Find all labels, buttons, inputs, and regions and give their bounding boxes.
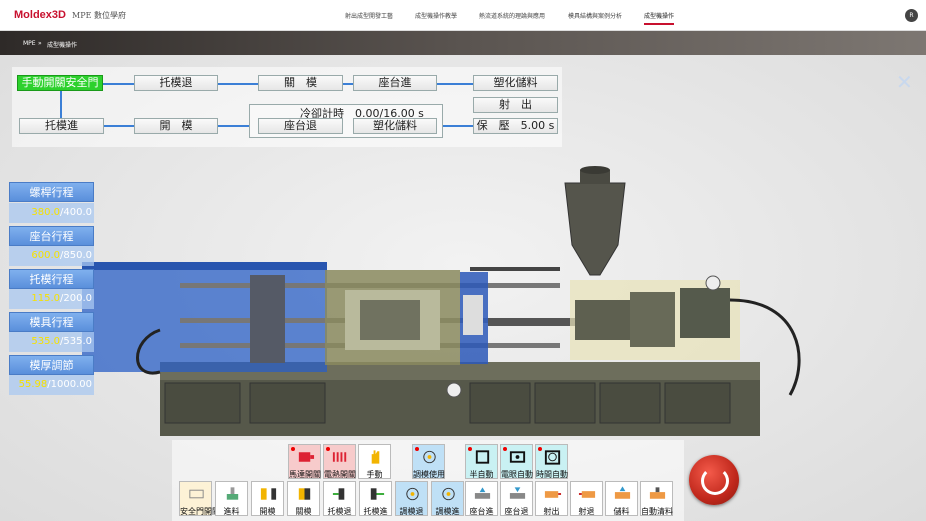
inject-icon xyxy=(544,491,562,498)
charge-icon xyxy=(614,486,631,499)
eject-forward-step[interactable]: 托模進 xyxy=(19,118,104,134)
semi-auto-button[interactable]: 半自動 xyxy=(465,444,498,479)
close-icon[interactable]: ✕ xyxy=(896,70,913,94)
breadcrumb-home[interactable]: MPE xyxy=(23,40,36,47)
timer-auto-icon xyxy=(544,450,561,465)
carriage-stroke-value: 600.0/850.0 xyxy=(9,246,94,266)
ejector-stroke-value: 115.0/200.0 xyxy=(9,289,94,309)
semi-auto-icon xyxy=(475,450,490,464)
suck-back-icon xyxy=(578,491,596,498)
eye-auto-icon xyxy=(509,451,526,463)
hand-icon xyxy=(371,450,380,464)
flow-connector xyxy=(437,83,473,85)
logo-subtitle: MPE 數位學府 xyxy=(72,11,126,20)
manual-mode-button[interactable]: 手動 xyxy=(358,444,391,479)
open-mold-icon xyxy=(260,488,277,500)
mold-thickness-label: 模厚調節 xyxy=(9,355,94,375)
eject-forward-button[interactable]: 托模進 xyxy=(359,481,392,516)
carriage-fwd-icon xyxy=(474,487,491,499)
safety-door-button[interactable]: 安全門開關 xyxy=(179,481,220,516)
eject-back-icon xyxy=(332,488,345,500)
plasticize-step-top[interactable]: 塑化儲料 xyxy=(473,75,558,91)
carriage-forward-step[interactable]: 座台進 xyxy=(353,75,437,91)
adjust-back-icon xyxy=(406,487,419,501)
feed-icon xyxy=(226,487,239,500)
eye-auto-button[interactable]: 電眼自動 xyxy=(500,444,533,479)
nav-item-process[interactable]: 射出成型開發工藝 xyxy=(345,11,393,20)
flow-connector xyxy=(104,125,134,127)
mold-adjust-use-button[interactable]: 調模使用 xyxy=(412,444,445,479)
timer-auto-button[interactable]: 時間自動 xyxy=(535,444,568,479)
flow-connector xyxy=(218,83,258,85)
top-navbar: Moldex3D MPE 數位學府 射出成型開發工藝 成型機操作教學 熱流道系統… xyxy=(0,0,926,31)
breadcrumb-separator: » xyxy=(38,40,42,47)
screw-stroke-label: 螺桿行程 xyxy=(9,182,94,202)
avatar[interactable]: R xyxy=(905,9,918,22)
open-mold-step[interactable]: 開 模 xyxy=(134,118,218,134)
flow-connector xyxy=(60,91,62,119)
emergency-stop-button[interactable] xyxy=(689,455,739,505)
close-mold-button[interactable]: 關模 xyxy=(287,481,320,516)
inject-button[interactable]: 射出 xyxy=(535,481,568,516)
nav-item-operation-teaching[interactable]: 成型機操作教學 xyxy=(415,11,457,20)
mold-stroke-label: 模具行程 xyxy=(9,312,94,332)
moldex3d-logo[interactable]: Moldex3D xyxy=(14,9,66,21)
charge-button[interactable]: 儲料 xyxy=(605,481,638,516)
purge-icon xyxy=(649,487,666,499)
open-mold-button[interactable]: 開模 xyxy=(251,481,284,516)
carriage-forward-button[interactable]: 座台進 xyxy=(465,481,498,516)
carriage-stroke-label: 座台行程 xyxy=(9,226,94,246)
breadcrumb: MPE » 成型機操作 xyxy=(0,31,926,55)
breadcrumb-current: 成型機操作 xyxy=(47,42,78,49)
close-mold-step[interactable]: 關 模 xyxy=(258,75,343,91)
nav-item-hot-runner[interactable]: 熱流道系統的理論與應用 xyxy=(479,11,545,20)
mold-stroke-value: 535.0/535.0 xyxy=(9,332,94,352)
motor-icon xyxy=(298,452,315,462)
close-mold-icon xyxy=(298,488,311,500)
plasticize-step-bottom[interactable]: 塑化儲料 xyxy=(353,118,437,134)
eject-fwd-icon xyxy=(370,488,385,500)
purge-button[interactable]: 自動清料 xyxy=(640,481,673,516)
carriage-back-step[interactable]: 座台退 xyxy=(258,118,343,134)
suck-back-button[interactable]: 射退 xyxy=(570,481,603,516)
flow-connector xyxy=(218,125,249,127)
flow-connector xyxy=(343,83,353,85)
mold-adjust-forward-button[interactable]: 調模進 xyxy=(431,481,464,516)
mold-thickness-value: 55.98/1000.00 xyxy=(9,375,94,395)
safety-door-icon xyxy=(189,489,204,499)
eject-back-step[interactable]: 托模退 xyxy=(134,75,218,91)
feed-button[interactable]: 進料 xyxy=(215,481,248,516)
hold-pressure-step[interactable]: 保 壓 5.00 s xyxy=(473,118,558,134)
carriage-back-icon xyxy=(509,487,526,499)
inject-step[interactable]: 射 出 xyxy=(473,97,558,113)
mold-adjust-back-button[interactable]: 調模退 xyxy=(395,481,428,516)
heater-switch-button[interactable]: 電熱開關 xyxy=(323,444,356,479)
flow-connector xyxy=(443,125,473,127)
nav-item-machine-operation[interactable]: 成型機操作 xyxy=(644,11,675,25)
carriage-back-button[interactable]: 座台退 xyxy=(500,481,533,516)
nav-item-mold-structure[interactable]: 模具結構與案例分析 xyxy=(568,11,622,20)
mold-adjust-icon xyxy=(423,450,436,464)
adjust-fwd-icon xyxy=(442,487,455,501)
ejector-stroke-label: 托模行程 xyxy=(9,269,94,289)
flow-connector xyxy=(103,83,134,85)
screw-stroke-value: 380.0/400.0 xyxy=(9,203,94,223)
eject-back-button[interactable]: 托模退 xyxy=(323,481,356,516)
heater-icon xyxy=(332,452,347,462)
manual-safety-door-step[interactable]: 手動開關安全門 xyxy=(17,75,103,91)
motor-switch-button[interactable]: 馬達開關 xyxy=(288,444,321,479)
